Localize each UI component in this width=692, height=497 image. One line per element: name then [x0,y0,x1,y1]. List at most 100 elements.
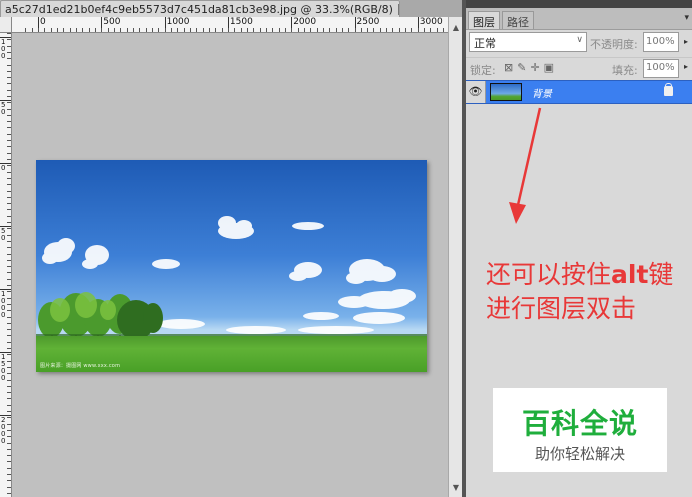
vruler-minor-tick [7,279,11,280]
ruler-minor-tick [190,28,191,32]
panel-tabs: 图层 路径 ▾ [466,8,692,30]
ruler-origin[interactable] [0,17,12,33]
panel-header-strip[interactable] [466,0,692,8]
vruler-minor-tick [7,474,11,475]
tab-paths[interactable]: 路径 [502,11,534,29]
ruler-minor-tick [272,28,273,32]
ruler-minor-tick [203,28,204,32]
annotation-line1-suffix: 键 [648,260,674,289]
ruler-minor-tick [51,28,52,32]
vruler-minor-tick [7,178,11,179]
ruler-minor-tick [133,28,134,32]
eye-icon[interactable]: 👁 [466,81,486,103]
ruler-minor-tick [57,28,58,32]
vruler-minor-tick [7,165,11,166]
tab-strip [400,0,462,17]
vruler-minor-tick [7,127,11,128]
vruler-minor-tick [7,323,11,324]
blend-mode-select[interactable]: 正常 ∨ [469,32,587,52]
vruler-minor-tick [7,354,11,355]
vruler-minor-tick [7,65,11,66]
vruler-minor-tick [7,455,11,456]
vruler-minor-tick [7,58,11,59]
vruler-minor-tick [7,260,11,261]
ruler-minor-tick [234,28,235,32]
logo-subtitle: 助你轻松解决 [534,445,625,463]
ruler-minor-tick [304,28,305,32]
vruler-minor-tick [7,285,11,286]
ruler-minor-tick [82,28,83,32]
vruler-minor-tick [7,247,11,248]
ruler-minor-tick [63,28,64,32]
document-canvas[interactable]: 图片来源：摄图网 www.xxx.com [13,34,448,497]
document-tab[interactable]: a5c27d1ed21b0ef4c9eb5573d7c451da81cb3e98… [0,0,400,17]
ruler-minor-tick [152,28,153,32]
vruler-minor-tick [7,443,11,444]
vruler-minor-tick [7,329,11,330]
vruler-minor-tick [7,317,11,318]
vruler-minor-tick [7,102,11,103]
ruler-minor-tick [253,28,254,32]
vruler-minor-tick [7,90,11,91]
ruler-minor-tick [443,28,444,32]
vruler-minor-tick [7,191,11,192]
scroll-up-icon[interactable]: ▲ [451,23,461,33]
vruler-minor-tick [7,197,11,198]
vruler-minor-tick [7,159,11,160]
panel-menu-icon[interactable]: ▾ [684,13,689,23]
ruler-minor-tick [76,28,77,32]
ruler-minor-tick [215,28,216,32]
layer-row-background[interactable]: 👁 背景 [466,80,692,104]
vruler-minor-tick [7,184,11,185]
vruler-minor-tick [7,342,11,343]
baike-logo: 百科全说 助你轻松解决 [493,388,667,472]
ruler-minor-tick [196,28,197,32]
ruler-minor-tick [367,28,368,32]
vruler-label: 1 5 0 0 [1,353,6,382]
vruler-minor-tick [7,272,11,273]
vruler-minor-tick [7,266,11,267]
vruler-minor-tick [7,304,11,305]
fill-field[interactable]: 100% [643,59,679,78]
vruler-minor-tick [7,209,11,210]
ruler-minor-tick [146,28,147,32]
tab-layers[interactable]: 图层 [468,11,500,29]
chevron-down-icon: ∨ [576,35,583,45]
vruler-minor-tick [7,417,11,418]
ruler-minor-tick [171,28,172,32]
vruler-minor-tick [7,235,11,236]
lock-all-icon[interactable]: ▣ [544,61,554,74]
vruler-minor-tick [7,52,11,53]
horizontal-ruler[interactable]: 0 500 1000 1500 2000 2500 3000 [12,17,448,33]
fill-slider-arrow-icon[interactable]: ▸ [684,62,688,71]
lock-transparent-icon[interactable]: ⊠ [504,61,513,74]
opacity-label: 不透明度: [590,38,638,51]
layer-lock-icon [664,83,673,96]
document-title: a5c27d1ed21b0ef4c9eb5573d7c451da81cb3e98… [5,2,393,16]
ruler-minor-tick [139,28,140,32]
ruler-minor-tick [70,28,71,32]
lock-brush-icon[interactable]: ✎ [517,61,526,74]
ruler-minor-tick [405,28,406,32]
scroll-down-icon[interactable]: ▼ [451,483,461,493]
opacity-field[interactable]: 100% [643,32,679,52]
vruler-minor-tick [7,203,11,204]
vruler-minor-tick [7,121,11,122]
ruler-minor-tick [44,28,45,32]
ruler-minor-tick [165,28,166,32]
layer-name[interactable]: 背景 [532,85,552,100]
ruler-label: 3000 [419,17,443,27]
vertical-ruler[interactable]: 1 0 05 005 01 0 0 01 5 0 02 0 0 0 [0,33,12,497]
ruler-minor-tick [38,28,39,32]
canvas-vertical-scrollbar[interactable]: ▲ ▼ [448,17,462,497]
vruler-minor-tick [7,241,11,242]
annotation-line2: 进行图层双击 [486,294,637,323]
layers-panel: 图层 路径 ▾ 正常 ∨ 不透明度: 100% ▸ 锁定: ⊠ ✎ ✛ ▣ 填充… [466,0,692,497]
ruler-minor-tick [361,28,362,32]
opacity-slider-arrow-icon[interactable]: ▸ [684,37,688,46]
vruler-minor-tick [7,254,11,255]
vruler-minor-tick [7,291,11,292]
ruler-minor-tick [424,28,425,32]
ruler-label: 0 [40,17,46,27]
lock-move-icon[interactable]: ✛ [530,61,539,74]
